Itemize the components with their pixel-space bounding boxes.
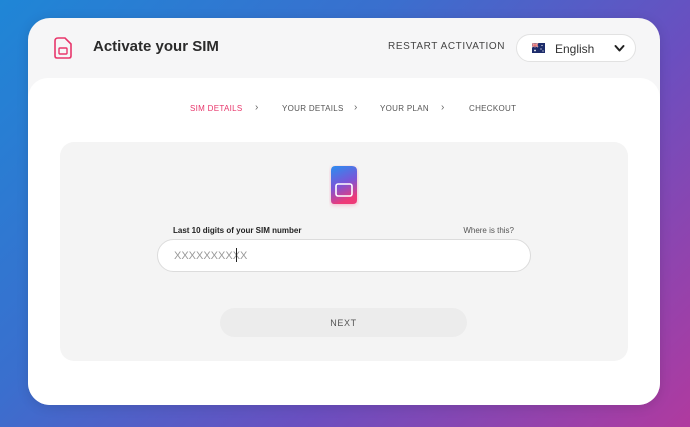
- sim-number-input[interactable]: [157, 239, 531, 272]
- next-button[interactable]: NEXT: [220, 308, 467, 337]
- chevron-down-icon: [614, 45, 625, 52]
- sim-card-illustration-icon: [331, 166, 357, 205]
- step-sim-details: SIM DETAILS: [190, 104, 243, 113]
- step-separator-icon: ›: [441, 102, 445, 113]
- restart-activation-button[interactable]: RESTART ACTIVATION: [388, 41, 505, 52]
- activation-card: Activate your SIM RESTART ACTIVATION Eng…: [28, 18, 660, 405]
- where-is-this-link[interactable]: Where is this?: [463, 226, 514, 235]
- text-caret: [236, 248, 237, 262]
- main-panel: SIM DETAILS › YOUR DETAILS › YOUR PLAN ›…: [28, 78, 660, 405]
- progress-steps: SIM DETAILS › YOUR DETAILS › YOUR PLAN ›…: [28, 102, 660, 115]
- step-your-plan: YOUR PLAN: [380, 104, 429, 113]
- step-your-details: YOUR DETAILS: [282, 104, 344, 113]
- step-checkout: CHECKOUT: [469, 104, 517, 113]
- sim-form: Last 10 digits of your SIM number Where …: [60, 142, 628, 361]
- australia-flag-icon: [532, 43, 545, 53]
- sim-card-icon: [54, 37, 72, 59]
- step-separator-icon: ›: [255, 102, 259, 113]
- language-label: English: [555, 42, 595, 56]
- step-separator-icon: ›: [354, 102, 358, 113]
- page-title: Activate your SIM: [93, 38, 219, 55]
- sim-number-label: Last 10 digits of your SIM number: [173, 226, 302, 235]
- header: Activate your SIM RESTART ACTIVATION Eng…: [28, 18, 660, 78]
- language-select[interactable]: English: [516, 34, 636, 62]
